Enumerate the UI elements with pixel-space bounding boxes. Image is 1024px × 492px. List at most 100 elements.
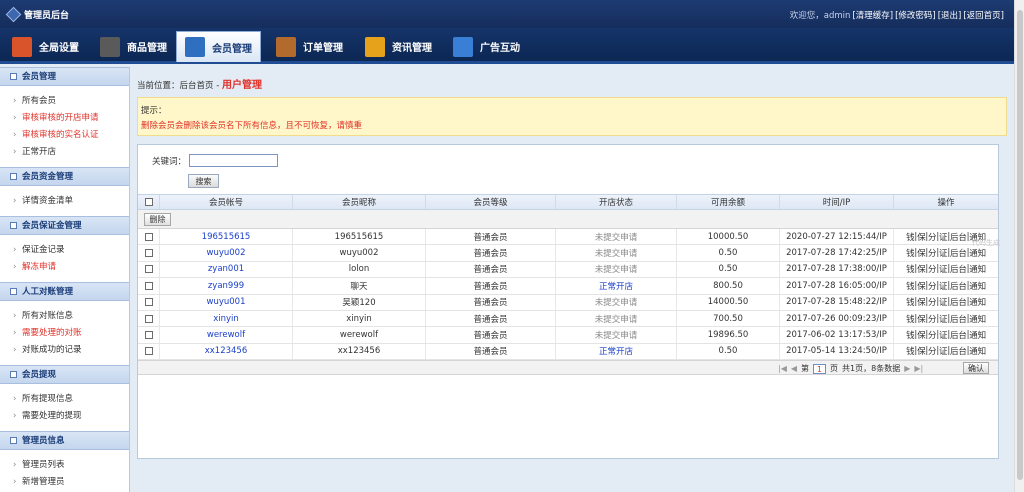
sidebar-section-header[interactable]: 会员提现	[0, 365, 129, 384]
home-link[interactable]: [返回首页]	[963, 9, 1004, 21]
action-link[interactable]: 保	[917, 280, 926, 292]
account-link[interactable]: xinyin	[160, 310, 293, 327]
action-link[interactable]: 通知	[969, 345, 986, 357]
action-link[interactable]: 证	[939, 345, 948, 357]
sidebar-section-header[interactable]: 会员管理	[0, 67, 129, 86]
sidebar-item[interactable]: 正常开店	[0, 144, 129, 161]
account-link[interactable]: werewolf	[160, 327, 293, 343]
next-page-icon[interactable]: ▶	[904, 364, 910, 373]
row-checkbox[interactable]	[144, 249, 153, 258]
nav-tab-2[interactable]: 商品管理	[100, 31, 167, 62]
action-link[interactable]: 证	[939, 263, 948, 275]
action-link[interactable]: 通知	[969, 329, 986, 341]
sidebar-item[interactable]: 详情资金清单	[0, 193, 129, 210]
row-select-cell[interactable]	[138, 261, 160, 278]
select-all-checkbox[interactable]	[144, 198, 153, 206]
action-link[interactable]: 保	[917, 345, 926, 357]
action-link[interactable]: 后台	[950, 247, 967, 259]
action-link[interactable]: 分	[928, 329, 937, 341]
action-link[interactable]: 钱	[906, 247, 915, 259]
row-checkbox[interactable]	[144, 265, 153, 274]
account-link[interactable]: zyan001	[160, 261, 293, 278]
nav-tab-4[interactable]: 订单管理	[276, 31, 343, 62]
sidebar-item[interactable]: 审核审核的实名认证	[0, 127, 129, 144]
action-link[interactable]: 证	[939, 231, 948, 243]
action-link[interactable]: 后台	[950, 329, 967, 341]
sidebar-item[interactable]: 所有对账信息	[0, 308, 129, 325]
sidebar-item[interactable]: 所有会员	[0, 93, 129, 110]
row-select-cell[interactable]	[138, 327, 160, 343]
action-link[interactable]: 通知	[969, 296, 986, 308]
action-link[interactable]: 后台	[950, 263, 967, 275]
action-link[interactable]: 分	[928, 231, 937, 243]
action-link[interactable]: 保	[917, 263, 926, 275]
sidebar-item[interactable]: 需要处理的对账	[0, 325, 129, 342]
action-link[interactable]: 分	[928, 263, 937, 275]
sidebar-section-header[interactable]: 会员保证金管理	[0, 216, 129, 235]
nav-tab-3[interactable]: 会员管理	[176, 31, 261, 62]
action-link[interactable]: 证	[939, 313, 948, 325]
action-link[interactable]: 证	[939, 247, 948, 259]
sidebar-item[interactable]: 对账成功的记录	[0, 342, 129, 359]
action-link[interactable]: 保	[917, 231, 926, 243]
change-password-link[interactable]: [修改密码]	[895, 9, 936, 21]
action-link[interactable]: 保	[917, 247, 926, 259]
action-link[interactable]: 钱	[906, 345, 915, 357]
account-link[interactable]: wuyu002	[160, 245, 293, 261]
action-link[interactable]: 通知	[969, 313, 986, 325]
sidebar-item[interactable]: 管理员列表	[0, 457, 129, 474]
row-select-cell[interactable]	[138, 310, 160, 327]
nav-tab-6[interactable]: 广告互动	[453, 31, 520, 62]
scrollbar[interactable]	[1014, 0, 1024, 492]
clear-cache-link[interactable]: [清理缓存]	[852, 9, 893, 21]
action-link[interactable]: 分	[928, 296, 937, 308]
select-all-cell[interactable]	[138, 195, 160, 209]
account-link[interactable]: 196515615	[160, 229, 293, 245]
action-link[interactable]: 通知	[969, 247, 986, 259]
sidebar-section-header[interactable]: 会员资金管理	[0, 167, 129, 186]
action-link[interactable]: 保	[917, 296, 926, 308]
action-link[interactable]: 钱	[906, 280, 915, 292]
action-link[interactable]: 分	[928, 280, 937, 292]
sidebar-item[interactable]: 需要处理的提现	[0, 408, 129, 425]
row-checkbox[interactable]	[144, 314, 153, 323]
keyword-input[interactable]	[189, 154, 279, 167]
search-button[interactable]: 搜索	[188, 174, 219, 188]
action-link[interactable]: 证	[939, 296, 948, 308]
action-link[interactable]: 保	[917, 313, 926, 325]
confirm-page-button[interactable]: 确认	[963, 362, 989, 375]
action-link[interactable]: 证	[939, 280, 948, 292]
row-checkbox[interactable]	[144, 347, 153, 356]
row-select-cell[interactable]	[138, 294, 160, 310]
account-link[interactable]: xx123456	[160, 343, 293, 360]
action-link[interactable]: 分	[928, 345, 937, 357]
page-number-input[interactable]: 1	[813, 363, 827, 374]
action-link[interactable]: 后台	[950, 313, 967, 325]
sidebar-section-header[interactable]: 管理员信息	[0, 431, 129, 450]
account-link[interactable]: wuyu001	[160, 294, 293, 310]
row-select-cell[interactable]	[138, 278, 160, 294]
delete-button[interactable]: 删除	[144, 213, 171, 226]
sidebar-item[interactable]: 解冻申请	[0, 259, 129, 276]
sidebar-item[interactable]: 审核审核的开店申请	[0, 110, 129, 127]
row-select-cell[interactable]	[138, 343, 160, 360]
action-link[interactable]: 钱	[906, 313, 915, 325]
logout-link[interactable]: [退出]	[938, 9, 962, 21]
first-page-icon[interactable]: |◀	[778, 364, 787, 373]
action-link[interactable]: 钱	[906, 263, 915, 275]
sidebar-item[interactable]: 保证金记录	[0, 242, 129, 259]
sidebar-section-header[interactable]: 人工对账管理	[0, 282, 129, 301]
row-select-cell[interactable]	[138, 229, 160, 245]
prev-page-icon[interactable]: ◀	[791, 364, 797, 373]
action-link[interactable]: 钱	[906, 231, 915, 243]
action-link[interactable]: 证	[939, 329, 948, 341]
scrollbar-thumb[interactable]	[1017, 10, 1023, 480]
action-link[interactable]: 钱	[906, 296, 915, 308]
action-link[interactable]: 后台	[950, 231, 967, 243]
action-link[interactable]: 通知	[969, 280, 986, 292]
nav-tab-1[interactable]: 全局设置	[12, 31, 79, 62]
account-link[interactable]: zyan999	[160, 278, 293, 294]
row-checkbox[interactable]	[144, 281, 153, 290]
action-link[interactable]: 后台	[950, 280, 967, 292]
row-checkbox[interactable]	[144, 331, 153, 340]
